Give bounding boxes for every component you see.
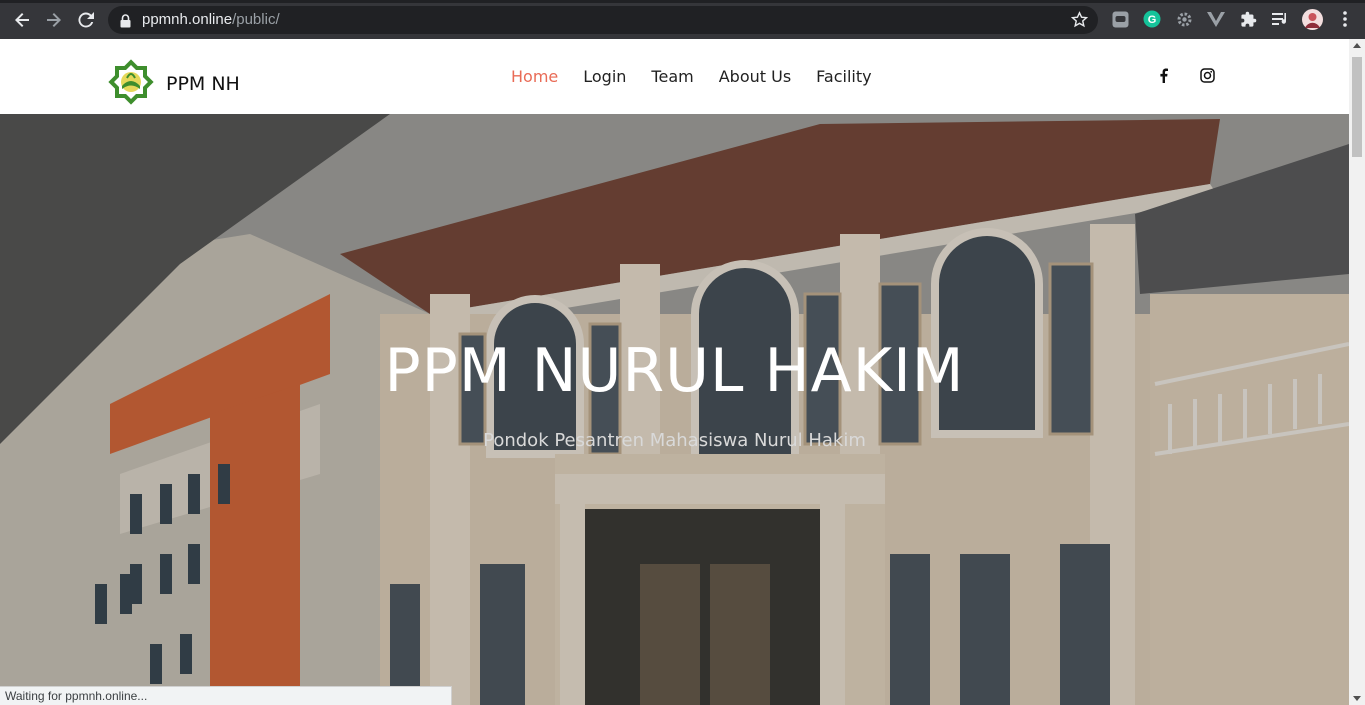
- kebab-menu-icon[interactable]: [1336, 10, 1354, 28]
- profile-avatar[interactable]: [1302, 9, 1323, 30]
- url-host: ppmnh.online: [142, 11, 233, 28]
- nav-team[interactable]: Team: [651, 67, 693, 86]
- nav-facility[interactable]: Facility: [816, 67, 871, 86]
- forward-icon[interactable]: [42, 8, 66, 32]
- scroll-down-arrow-icon[interactable]: [1353, 696, 1361, 701]
- svg-text:G: G: [1148, 14, 1157, 26]
- reload-icon[interactable]: [74, 8, 98, 32]
- facebook-icon[interactable]: [1154, 66, 1172, 84]
- grammarly-extension-icon[interactable]: G: [1143, 10, 1161, 28]
- url-path: /public/: [232, 11, 280, 28]
- site-logo[interactable]: [105, 56, 157, 108]
- site-navbar: PPM NH Home Login Team About Us Facility: [0, 39, 1349, 114]
- page-scrollbar[interactable]: [1349, 39, 1365, 705]
- lock-icon[interactable]: [120, 13, 131, 32]
- line-extension-icon[interactable]: [1111, 10, 1129, 28]
- scroll-thumb[interactable]: [1352, 57, 1362, 157]
- scroll-up-arrow-icon[interactable]: [1353, 43, 1361, 48]
- hero-section: PPM NURUL HAKIM Pondok Pesantren Mahasis…: [0, 114, 1349, 705]
- vue-devtools-icon[interactable]: [1207, 10, 1225, 28]
- tab-strip-edge: [0, 0, 1365, 3]
- browser-status-bar: Waiting for ppmnh.online...: [0, 686, 452, 705]
- site-brand[interactable]: PPM NH: [166, 73, 240, 95]
- hero-title: PPM NURUL HAKIM: [384, 336, 965, 406]
- address-bar[interactable]: ppmnh.online/public/: [108, 6, 1098, 34]
- extensions-puzzle-icon[interactable]: [1239, 10, 1257, 28]
- settings-extension-icon[interactable]: [1175, 10, 1193, 28]
- browser-toolbar: ppmnh.online/public/ G: [0, 0, 1365, 39]
- hero-dim-overlay: [0, 114, 1349, 705]
- hero-subtitle: Pondok Pesantren Mahasiswa Nurul Hakim: [483, 430, 866, 451]
- back-icon[interactable]: [10, 8, 34, 32]
- url-text[interactable]: ppmnh.online/public/: [142, 11, 280, 28]
- bookmark-star-icon[interactable]: [1070, 11, 1089, 32]
- main-menu: Home Login Team About Us Facility: [511, 67, 872, 86]
- nav-about-us[interactable]: About Us: [719, 67, 791, 86]
- nav-home[interactable]: Home: [511, 67, 558, 86]
- nav-login[interactable]: Login: [583, 67, 626, 86]
- reading-list-icon[interactable]: [1271, 10, 1289, 28]
- instagram-icon[interactable]: [1198, 66, 1216, 84]
